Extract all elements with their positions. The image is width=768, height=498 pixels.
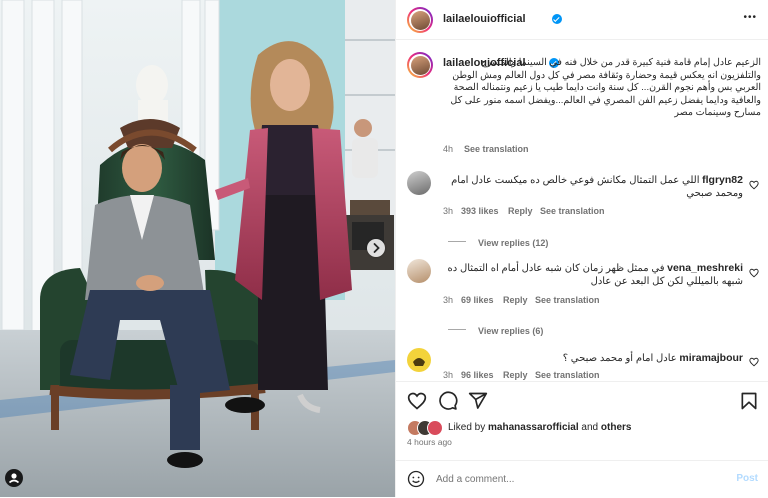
comment-likes[interactable]: 96 likes — [461, 370, 494, 380]
heart-icon[interactable] — [749, 268, 759, 278]
commenter-avatar[interactable] — [407, 171, 431, 195]
avatar-graphic — [413, 358, 425, 366]
comment-reply-button[interactable]: Reply — [503, 295, 528, 305]
post-username[interactable]: lailaelouiofficial — [443, 13, 526, 25]
caption-text: الزعيم عادل إمام قامة فنية كبيرة قدر من … — [450, 57, 761, 118]
add-comment-bar: Post — [396, 460, 768, 498]
comment-input[interactable] — [436, 471, 686, 487]
divider — [448, 241, 466, 243]
more-options-button[interactable]: ••• — [743, 12, 757, 23]
comment-see-translation[interactable]: See translation — [540, 206, 605, 216]
view-replies-button[interactable]: View replies (6) — [448, 321, 543, 339]
post-photo[interactable] — [0, 0, 395, 497]
comment-username[interactable]: flgryn82 — [702, 174, 743, 186]
caption-see-translation[interactable]: See translation — [464, 144, 529, 154]
comment-see-translation[interactable]: See translation — [535, 370, 600, 380]
user-tag-icon — [8, 473, 20, 484]
comment-text: flgryn82 اللي عمل التمثال مكانش فوعي خال… — [443, 174, 743, 200]
comment-see-translation[interactable]: See translation — [535, 295, 600, 305]
caption-avatar[interactable] — [407, 52, 433, 78]
liked-by-label: Liked by — [448, 422, 486, 433]
view-replies-label: View replies (6) — [478, 326, 544, 336]
comment-text: miramajbour عادل امام أو محمد صبحي ؟ — [443, 352, 743, 366]
heart-icon[interactable] — [749, 357, 759, 367]
chevron-right-icon — [373, 243, 380, 253]
comment-time: 3h — [443, 206, 454, 216]
send-icon[interactable] — [468, 391, 488, 411]
view-replies-label: View replies (12) — [478, 238, 549, 248]
caption-time: 4h — [443, 144, 454, 154]
emoji-icon[interactable] — [407, 470, 425, 488]
comment-item: flgryn82 اللي عمل التمثال مكانش فوعي خال… — [396, 170, 768, 250]
comment-icon[interactable] — [438, 391, 458, 411]
next-photo-button[interactable] — [367, 239, 385, 257]
view-replies-button[interactable]: View replies (12) — [448, 233, 548, 251]
tagged-users-button[interactable] — [5, 469, 23, 487]
heart-icon[interactable] — [749, 180, 759, 190]
verified-badge-icon — [552, 14, 562, 24]
bookmark-icon[interactable] — [739, 391, 759, 411]
likes-summary: Liked by mahanassarofficial and others — [396, 419, 768, 437]
commenter-avatar[interactable] — [407, 259, 431, 283]
liker-avatar — [427, 420, 443, 436]
post-comment-button[interactable]: Post — [736, 473, 758, 484]
comment-username[interactable]: miramajbour — [679, 352, 743, 364]
commenter-avatar[interactable] — [407, 348, 431, 372]
comment-body: عادل امام أو محمد صبحي ؟ — [562, 353, 677, 364]
and-label: and — [581, 422, 599, 433]
heart-icon[interactable] — [407, 391, 427, 411]
comment-item: miramajbour عادل امام أو محمد صبحي ؟ 3h … — [396, 347, 768, 381]
comment-likes[interactable]: 69 likes — [461, 295, 494, 305]
comment-body: اللي عمل التمثال مكانش فوعي خالص ده ميكس… — [451, 175, 743, 199]
post-time-label: 4 hours ago — [407, 437, 452, 447]
post-side-panel: lailaelouiofficial ••• lailaelouiofficia… — [395, 0, 768, 497]
comment-likes[interactable]: 393 likes — [461, 206, 499, 216]
comment-reply-button[interactable]: Reply — [508, 206, 533, 216]
comment-item: vena_meshreki في ممثل ظهر زمان كان شبه ع… — [396, 258, 768, 338]
comment-time: 3h — [443, 370, 454, 380]
divider — [448, 329, 466, 331]
avatar[interactable] — [407, 7, 433, 33]
post-timestamp: 4 hours ago — [396, 437, 768, 451]
photo-scene — [0, 0, 395, 497]
liked-by-user[interactable]: mahanassarofficial — [488, 422, 579, 433]
comment-reply-button[interactable]: Reply — [503, 370, 528, 380]
caption-block: lailaelouiofficial الزعيم عادل إمام قامة… — [396, 50, 768, 160]
comment-text: vena_meshreki في ممثل ظهر زمان كان شبه ع… — [443, 262, 744, 288]
actions-bar — [396, 381, 768, 418]
likes-text: Liked by mahanassarofficial and others — [448, 422, 631, 433]
comment-username[interactable]: vena_meshreki — [667, 262, 743, 274]
liked-by-others[interactable]: others — [601, 422, 632, 433]
comment-time: 3h — [443, 295, 454, 305]
post-header: lailaelouiofficial ••• — [396, 0, 768, 40]
